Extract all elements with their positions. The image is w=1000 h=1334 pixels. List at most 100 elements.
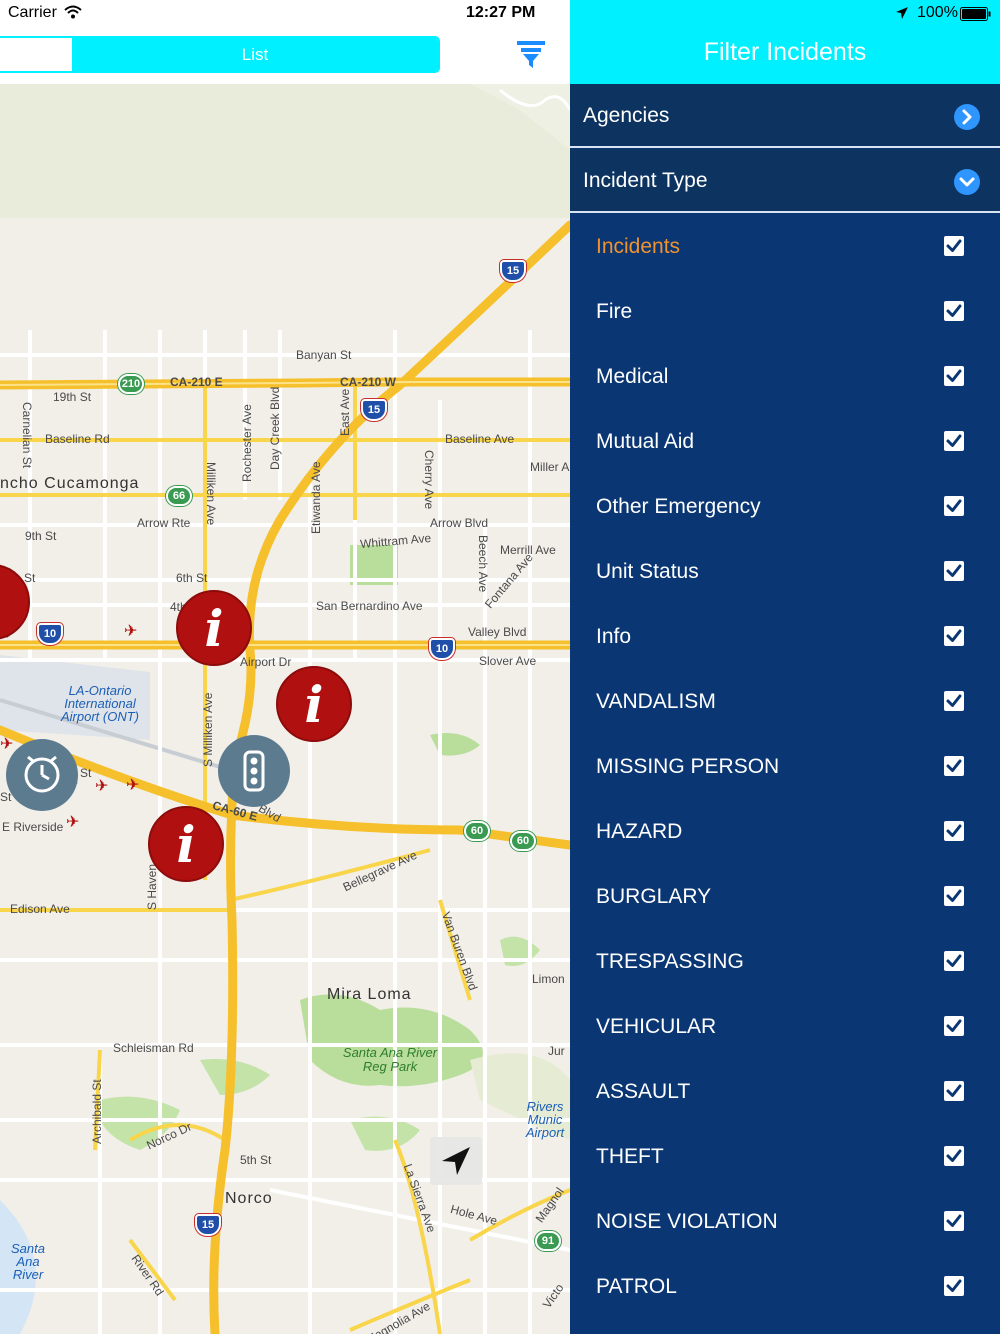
incident-type-row[interactable]: Medical: [570, 345, 1000, 410]
incident-type-label: BURGLARY: [596, 885, 712, 908]
road-label: San Bernardino Ave: [316, 599, 423, 613]
map-canvas[interactable]: Banyan St CA-210 E CA-210 W 19th St Base…: [0, 84, 570, 1334]
road-label: Edison Ave: [10, 902, 70, 916]
info-icon[interactable]: i: [276, 666, 352, 742]
checkmark-icon: [946, 1214, 962, 1227]
route-shield: 10: [37, 623, 63, 645]
incident-type-row[interactable]: Mutual Aid: [570, 410, 1000, 475]
view-segmented-control[interactable]: List: [0, 36, 440, 73]
road-label: Rochester Ave: [240, 404, 254, 482]
current-location-button[interactable]: [430, 1137, 482, 1185]
checkmark-icon: [946, 1019, 962, 1032]
incident-type-row[interactable]: NOISE VIOLATION: [570, 1190, 1000, 1255]
road-label: 19th St: [53, 390, 92, 404]
map-segment[interactable]: [0, 38, 72, 71]
road-label: 6th St: [176, 571, 208, 585]
checked-checkbox[interactable]: [944, 1016, 964, 1036]
incident-type-label: Medical: [596, 365, 669, 388]
incident-type-label: MISSING PERSON: [596, 755, 780, 778]
road-label: 9th St: [25, 529, 57, 543]
incident-type-row[interactable]: MISSING PERSON: [570, 735, 1000, 800]
checked-checkbox[interactable]: [944, 1146, 964, 1166]
checked-checkbox[interactable]: [944, 1211, 964, 1231]
incident-type-row[interactable]: Info: [570, 605, 1000, 670]
checkmark-icon: [946, 369, 962, 382]
road-label: Arrow Rte: [137, 516, 191, 530]
incident-type-row[interactable]: ASSAULT: [570, 1060, 1000, 1125]
info-icon[interactable]: i: [176, 590, 252, 666]
incident-type-row[interactable]: VEHICULAR: [570, 995, 1000, 1060]
road-label: Arrow Blvd: [430, 516, 489, 530]
checked-checkbox[interactable]: [944, 301, 964, 321]
route-shield: 15: [195, 1214, 221, 1236]
incident-type-row[interactable]: THEFT: [570, 1125, 1000, 1190]
incident-type-label: Incidents: [596, 235, 681, 258]
road-label: S Haven: [145, 863, 159, 910]
incident-type-label: Unit Status: [596, 560, 699, 583]
incident-type-label: TRESPASSING: [596, 950, 744, 973]
helicopter-icon[interactable]: ✈: [66, 812, 79, 832]
traffic-light-icon[interactable]: [218, 735, 290, 807]
incident-type-row[interactable]: Incidents: [570, 215, 1000, 280]
city-label: ncho Cucamonga: [0, 475, 140, 492]
incident-type-row[interactable]: VANDALISM: [570, 670, 1000, 735]
battery-percentage: 100%: [917, 4, 958, 21]
incident-type-section[interactable]: Incident Type: [570, 149, 1000, 213]
chevron-right-icon[interactable]: [954, 104, 980, 130]
checked-checkbox[interactable]: [944, 626, 964, 646]
checked-checkbox[interactable]: [944, 496, 964, 516]
checked-checkbox[interactable]: [944, 691, 964, 711]
route-shield: 60: [510, 831, 536, 851]
road-label: CA-210 E: [170, 375, 223, 389]
route-shield: 66: [166, 486, 192, 506]
road-label: Miller A: [530, 460, 570, 474]
incident-type-row[interactable]: Other Emergency: [570, 475, 1000, 540]
road-label: Milliken Ave: [204, 462, 218, 526]
checkmark-icon: [946, 889, 962, 902]
checked-checkbox[interactable]: [944, 366, 964, 386]
road-label: Schleisman Rd: [113, 1041, 194, 1055]
map-pane: List Banyan St CA-210 E CA-210 W 19th St…: [0, 0, 570, 1334]
filter-panel-title: Filter Incidents: [703, 38, 867, 66]
incident-type-row[interactable]: Unit Status: [570, 540, 1000, 605]
chevron-down-icon[interactable]: [954, 169, 980, 195]
road-label: Etiwanda Ave: [309, 461, 323, 535]
road-label: Cherry Ave: [422, 450, 436, 510]
helicopter-icon[interactable]: ✈: [126, 775, 139, 795]
checkmark-icon: [946, 759, 962, 772]
incident-type-row[interactable]: TRESPASSING: [570, 930, 1000, 995]
checked-checkbox[interactable]: [944, 756, 964, 776]
incident-type-label: Info: [596, 625, 632, 648]
incident-type-row[interactable]: HAZARD: [570, 800, 1000, 865]
checked-checkbox[interactable]: [944, 431, 964, 451]
route-shield: 15: [361, 399, 387, 421]
clock-icon[interactable]: [6, 739, 78, 811]
road-label: Beech Ave: [476, 535, 490, 593]
agencies-section[interactable]: Agencies: [570, 84, 1000, 148]
checked-checkbox[interactable]: [944, 236, 964, 256]
incident-type-row[interactable]: PATROL: [570, 1255, 1000, 1320]
road-label: Airport Dr: [240, 655, 292, 669]
info-icon[interactable]: i: [148, 806, 224, 882]
section-label: Incident Type: [583, 169, 708, 192]
incident-type-row[interactable]: BURGLARY: [570, 865, 1000, 930]
river-label: Santa Ana River: [11, 1241, 45, 1282]
checked-checkbox[interactable]: [944, 1276, 964, 1296]
checked-checkbox[interactable]: [944, 886, 964, 906]
filter-icon[interactable]: [514, 38, 548, 70]
checked-checkbox[interactable]: [944, 1081, 964, 1101]
road-label: St: [80, 766, 92, 780]
checked-checkbox[interactable]: [944, 561, 964, 581]
checked-checkbox[interactable]: [944, 951, 964, 971]
helicopter-icon[interactable]: ✈: [95, 776, 108, 796]
road-label: Baseline Rd: [45, 432, 110, 446]
checkmark-icon: [946, 434, 962, 447]
route-shield: 10: [429, 638, 455, 660]
list-segment[interactable]: List: [72, 38, 438, 71]
incident-type-label: Other Emergency: [596, 495, 761, 518]
checked-checkbox[interactable]: [944, 821, 964, 841]
helicopter-icon[interactable]: ✈: [124, 621, 137, 641]
road-label: CA-210 W: [340, 375, 397, 389]
incident-type-row[interactable]: Fire: [570, 280, 1000, 345]
road-label: Limon: [532, 972, 565, 986]
